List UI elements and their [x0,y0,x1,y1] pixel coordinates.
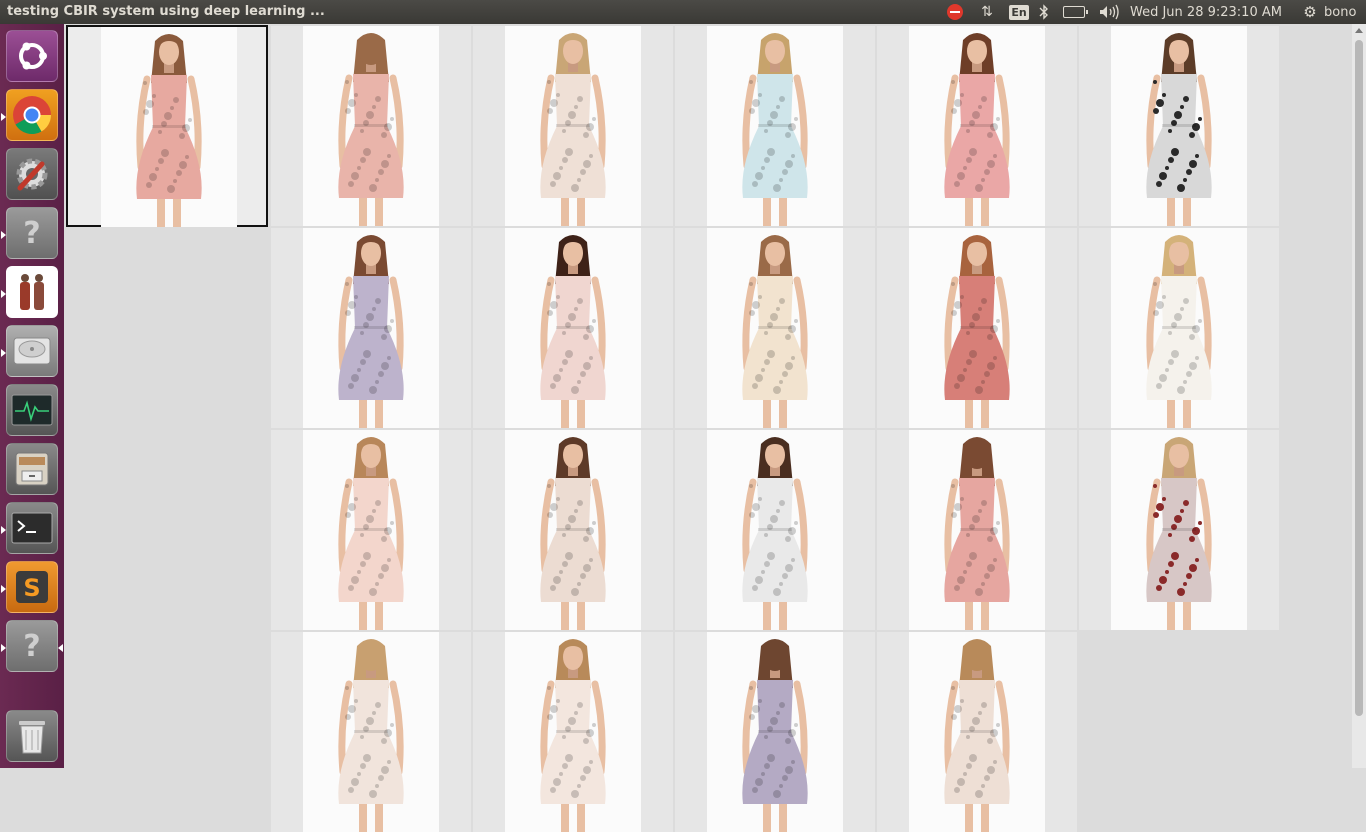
chrome-icon[interactable] [1,89,58,141]
result-thumbnail[interactable] [271,26,471,226]
keyboard-layout-indicator[interactable]: En [1008,0,1030,24]
bluetooth-icon[interactable] [1034,0,1054,24]
session-gear-icon[interactable]: ⚙ [1300,0,1320,24]
file-cabinet-icon[interactable] [6,443,58,495]
result-image [1111,26,1247,226]
image-viewer-icon[interactable] [1,266,58,318]
result-image [909,632,1045,832]
result-thumbnail[interactable] [675,632,875,832]
result-thumbnail[interactable] [473,228,673,428]
result-image [909,26,1045,226]
ubuntu-dash-icon[interactable] [6,30,58,82]
result-image [303,26,439,226]
result-thumbnail[interactable] [675,228,875,428]
battery-icon[interactable] [1060,0,1088,24]
running-indicator [1,290,6,298]
unknown-app-icon[interactable]: ? [1,207,58,259]
result-thumbnail[interactable] [877,430,1077,630]
window-title: testing CBIR system using deep learning … [7,4,325,19]
result-image [303,228,439,428]
query-image [101,27,237,227]
unknown-app-icon[interactable]: ? [1,620,63,672]
result-thumbnail[interactable] [1079,228,1279,428]
result-image [707,26,843,226]
result-thumbnail[interactable] [877,632,1077,832]
result-image [707,228,843,428]
result-image [505,632,641,832]
result-thumbnail[interactable] [473,26,673,226]
running-indicator [1,231,6,239]
result-image [505,228,641,428]
result-image [909,228,1045,428]
scrollbar-thumb[interactable] [1355,40,1363,716]
keyboard-layout-label: En [1009,4,1029,20]
results-window [65,24,1352,832]
result-thumbnail[interactable] [473,430,673,630]
running-indicator [1,349,6,357]
volume-icon[interactable] [1096,0,1122,24]
scroll-up-arrow-icon[interactable] [1355,28,1363,33]
stop-icon[interactable] [944,0,966,24]
running-indicator [1,526,6,534]
result-thumbnail[interactable] [271,632,471,832]
sublime-text-icon[interactable]: S [1,561,58,613]
result-image [909,430,1045,630]
result-thumbnail[interactable] [877,26,1077,226]
result-thumbnail[interactable] [271,228,471,428]
network-arrows-icon[interactable]: ⇅ [976,0,998,24]
result-image [707,430,843,630]
result-image [505,26,641,226]
vertical-scrollbar[interactable] [1352,24,1366,768]
active-window-indicator [58,644,63,652]
result-image [707,632,843,832]
clock[interactable]: Wed Jun 28 9:23:10 AM [1130,0,1292,24]
result-image [303,430,439,630]
top-panel: testing CBIR system using deep learning … [0,0,1366,24]
trash-icon[interactable] [6,710,58,762]
system-settings-icon[interactable] [6,148,58,200]
system-monitor-icon[interactable] [6,384,58,436]
result-image [505,430,641,630]
result-image [1111,228,1247,428]
result-thumbnail[interactable] [1079,430,1279,630]
result-thumbnail[interactable] [271,430,471,630]
result-thumbnail[interactable] [877,228,1077,428]
result-thumbnail[interactable] [1079,26,1279,226]
disk-icon[interactable] [1,325,58,377]
svg-text:S: S [23,574,40,602]
running-indicator [1,585,6,593]
result-thumbnail[interactable] [473,632,673,832]
user-name[interactable]: bono [1324,0,1360,24]
query-image-frame[interactable] [66,25,268,227]
result-thumbnail[interactable] [675,26,875,226]
running-indicator [1,113,6,121]
result-image [303,632,439,832]
result-image [1111,430,1247,630]
result-thumbnail[interactable] [675,430,875,630]
running-indicator [1,644,6,652]
launcher: ? S ? [0,24,64,768]
terminal-icon[interactable] [1,502,58,554]
